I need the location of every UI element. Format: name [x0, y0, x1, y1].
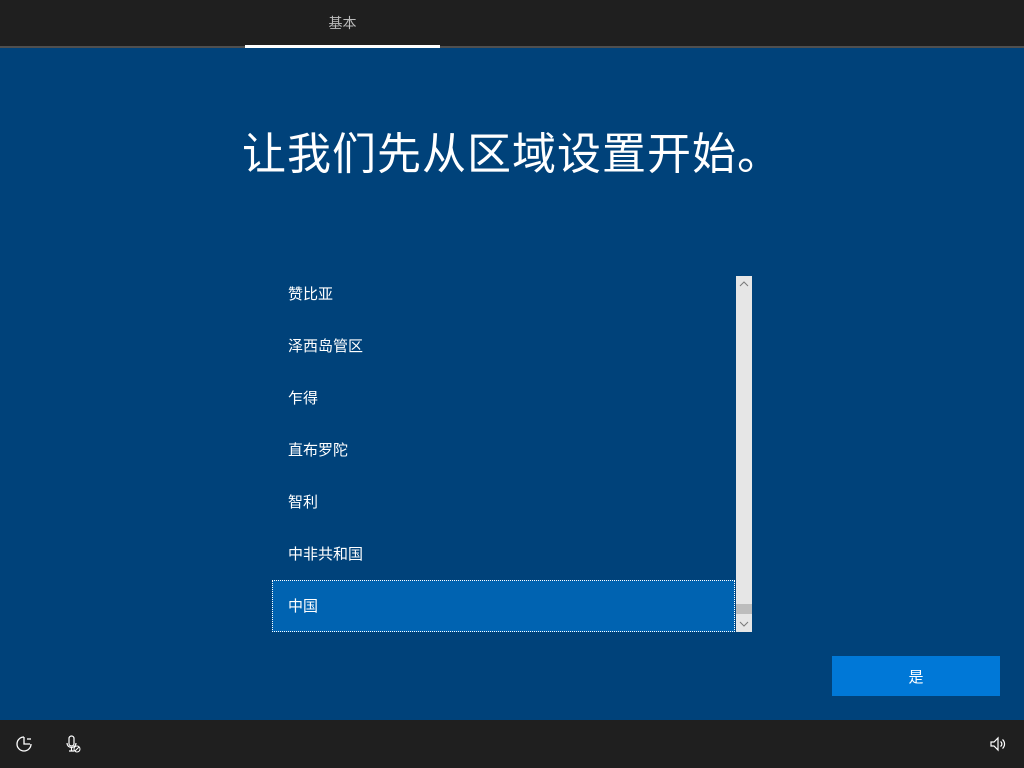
tab-basic[interactable]: 基本 — [245, 0, 440, 46]
scroll-up-arrow-icon[interactable] — [736, 276, 752, 292]
list-item-chile[interactable]: 智利 — [272, 476, 735, 528]
yes-button[interactable]: 是 — [832, 656, 1000, 696]
scrollbar[interactable] — [736, 276, 752, 632]
bottom-bar — [0, 720, 1024, 768]
tab-active-indicator — [245, 45, 440, 48]
list-item-zambia[interactable]: 赞比亚 — [272, 268, 735, 320]
ease-of-access-icon[interactable] — [14, 734, 34, 754]
volume-icon[interactable] — [988, 734, 1008, 754]
region-list[interactable]: 赞比亚 泽西岛管区 乍得 直布罗陀 智利 中非共和国 中国 — [272, 268, 752, 632]
microphone-icon[interactable] — [63, 734, 83, 754]
list-item-china[interactable]: 中国 — [272, 580, 735, 632]
list-item-gibraltar[interactable]: 直布罗陀 — [272, 424, 735, 476]
page-title: 让我们先从区域设置开始。 — [242, 129, 782, 180]
region-list-items: 赞比亚 泽西岛管区 乍得 直布罗陀 智利 中非共和国 中国 — [272, 268, 735, 632]
list-item-jersey[interactable]: 泽西岛管区 — [272, 320, 735, 372]
scrollbar-thumb[interactable] — [736, 604, 752, 614]
list-item-central-african-republic[interactable]: 中非共和国 — [272, 528, 735, 580]
top-bar: 基本 — [0, 0, 1024, 48]
list-item-chad[interactable]: 乍得 — [272, 372, 735, 424]
scroll-down-arrow-icon[interactable] — [736, 616, 752, 632]
